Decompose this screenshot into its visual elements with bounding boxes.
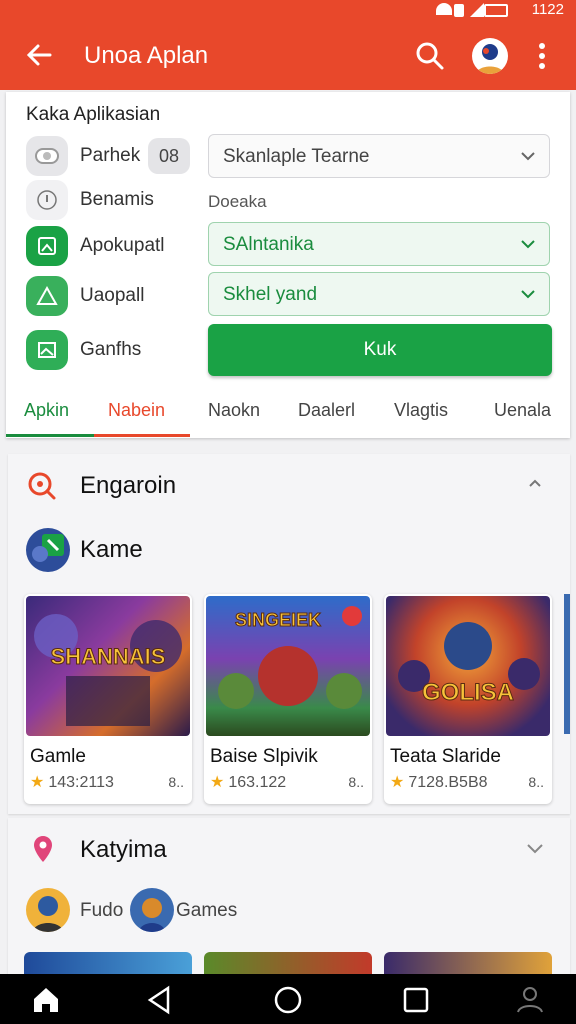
tab-bar: Apkin Nabein Naokn Daalerl Vlagtis Uenal… [6, 386, 570, 438]
sort-select[interactable]: Skanlaple Tearne [208, 134, 550, 178]
home-icon[interactable] [30, 984, 62, 1016]
search-icon [28, 472, 56, 500]
game-art: SINGEIEK [206, 596, 370, 736]
back-arrow-icon[interactable] [24, 40, 54, 70]
star-icon: ★ [30, 774, 45, 791]
avatar [130, 888, 174, 932]
game-card[interactable]: SINGEIEK Baise Slpivik ★ 163.122 8.. [204, 594, 372, 804]
select-caption: Doeaka [208, 192, 267, 211]
app-bar: Unoa Aplan [0, 22, 576, 90]
game-rating: ★ 143:2113 [30, 774, 114, 791]
tab-naokn[interactable]: Naokn [208, 400, 260, 421]
triangle-icon [26, 276, 68, 316]
filter-select-2-value: Skhel yand [223, 284, 318, 305]
image-icon [26, 330, 68, 370]
tab-indicator-active [94, 434, 190, 437]
svg-text:SHANNAIS: SHANNAIS [51, 644, 166, 669]
chevron-up-icon[interactable] [528, 478, 542, 488]
section-title: Engaroin [80, 472, 177, 499]
section-katyima: Katyima Fudo Games [8, 818, 570, 978]
apply-button[interactable]: Kuk [208, 324, 552, 376]
game-card-peek [564, 594, 570, 734]
game-rating: ★ 163.122 [210, 774, 287, 791]
tab-vlagtis[interactable]: Vlagtis [394, 400, 448, 421]
game-card[interactable]: GOLISA Teata Slaride ★ 7128.B5B8 8.. [384, 594, 552, 804]
chevron-down-icon[interactable] [526, 842, 544, 854]
filter-select-2[interactable]: Skhel yand [208, 272, 550, 316]
svg-text:SINGEIEK: SINGEIEK [235, 610, 321, 630]
status-time: 1122 [531, 1, 564, 18]
category-uaopall[interactable]: Uaopall [26, 276, 206, 316]
tab-daalerl[interactable]: Daalerl [298, 400, 355, 421]
wifi-icon [436, 3, 452, 15]
user-icon[interactable] [514, 984, 546, 1016]
back-icon[interactable] [144, 984, 176, 1016]
chevron-down-icon [521, 152, 535, 161]
game-art: SHANNAIS [26, 596, 190, 736]
star-icon: ★ [390, 774, 405, 791]
system-nav-bar [0, 974, 576, 1024]
game-rating: ★ 7128.B5B8 [390, 774, 488, 791]
avatar [26, 888, 70, 932]
status-bar: 1122 [0, 0, 576, 22]
filter-select-1-value: SAlntanika [223, 234, 314, 255]
recents-icon[interactable] [400, 984, 432, 1016]
section-title: Katyima [80, 836, 167, 863]
signal-icon [470, 3, 484, 17]
game-size: 8.. [348, 774, 364, 790]
chip-label[interactable]: Games [176, 900, 237, 922]
chip-label[interactable]: Fudo [80, 900, 123, 922]
search-icon[interactable] [414, 40, 446, 72]
category-label: Apokupatl [80, 235, 165, 256]
game-title: Teata Slaride [390, 746, 501, 767]
tab-indicator [6, 434, 94, 437]
section-engaroin: Engaroin Kame SHANNAIS Gamle ★ 143:2113 8… [8, 454, 570, 814]
tab-nabein[interactable]: Nabein [108, 400, 165, 421]
section-subtitle: Kame [80, 536, 143, 563]
kame-icon [26, 528, 70, 572]
more-vert-icon[interactable] [532, 40, 552, 72]
chevron-down-icon [521, 290, 535, 299]
count-badge: 08 [148, 138, 190, 174]
avatar[interactable] [472, 38, 508, 74]
filter-panel: Kaka Aplikasian Parhek 08 Benamis Apokup… [6, 92, 570, 438]
home-circle-icon[interactable] [272, 984, 304, 1016]
game-size: 8.. [168, 774, 184, 790]
tab-uenala[interactable]: Uenala [494, 400, 551, 421]
game-art: GOLISA [386, 596, 550, 736]
app-title: Unoa Aplan [84, 42, 209, 69]
game-title: Baise Slpivik [210, 746, 318, 767]
battery-icon [484, 4, 508, 17]
game-size: 8.. [528, 774, 544, 790]
chevron-down-icon [521, 240, 535, 249]
info-icon [26, 180, 68, 220]
panel-heading: Kaka Aplikasian [26, 104, 161, 125]
category-label: Ganfhs [80, 339, 142, 360]
tab-apkin[interactable]: Apkin [24, 400, 69, 421]
category-ganfhs[interactable]: Ganfhs [26, 330, 206, 370]
filter-select-1[interactable]: SAlntanika [208, 222, 550, 266]
category-apokupatl[interactable]: Apokupatl [26, 226, 206, 266]
app-icon [26, 226, 68, 266]
category-benamis[interactable]: Benamis [26, 180, 206, 220]
sim-icon [454, 4, 464, 17]
game-card[interactable]: SHANNAIS Gamle ★ 143:2113 8.. [24, 594, 192, 804]
star-icon: ★ [210, 774, 225, 791]
svg-text:GOLISA: GOLISA [422, 679, 514, 706]
toggle-icon [26, 136, 68, 176]
game-title: Gamle [30, 746, 86, 767]
category-label: Parhek [80, 145, 141, 166]
location-pin-icon [34, 836, 52, 862]
category-label: Uaopall [80, 285, 145, 306]
category-label: Benamis [80, 189, 154, 210]
sort-select-value: Skanlaple Tearne [223, 146, 370, 167]
